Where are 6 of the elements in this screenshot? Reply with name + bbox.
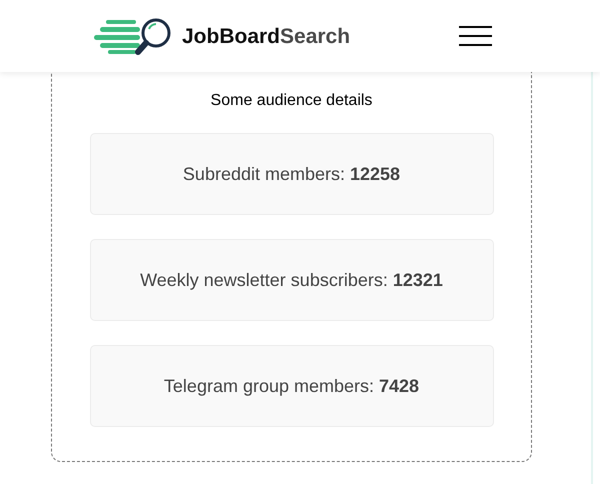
- section-title: Some audience details: [210, 91, 372, 111]
- stat-text: Subreddit members: 12258: [182, 162, 400, 186]
- stat-text: Telegram group members: 7428: [164, 374, 420, 398]
- stat-text: Weekly newsletter subscribers: 12321: [140, 268, 443, 292]
- menu-icon[interactable]: [459, 24, 492, 48]
- brand-name[interactable]: JobBoardSearch: [182, 26, 350, 46]
